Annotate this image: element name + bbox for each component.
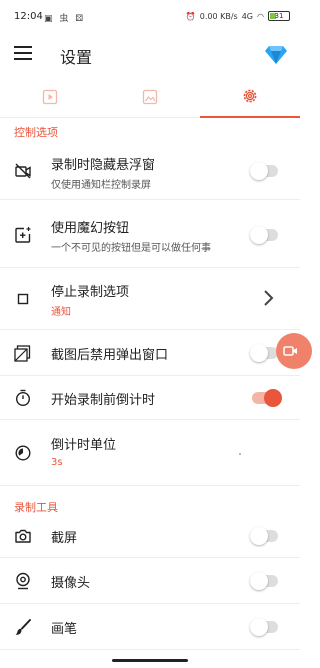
tool-brush[interactable]: 画笔: [0, 604, 300, 650]
section-header-control: 控制选项: [14, 126, 58, 139]
status-icons: ⏰ 0.00 KB/s 4G ◠ 31: [186, 11, 290, 21]
camera-icon: [15, 529, 31, 543]
toggle-switch[interactable]: [250, 344, 278, 362]
alarm-icon: ⏰: [185, 11, 196, 21]
tool-title: 截屏: [51, 531, 78, 546]
tab-settings[interactable]: [200, 76, 300, 118]
stop-square-icon: [17, 293, 29, 305]
tab-images[interactable]: [100, 76, 200, 118]
page-title: 设置: [60, 48, 93, 67]
status-time: 12:04: [14, 11, 43, 22]
setting-countdown-before-recording[interactable]: 开始录制前倒计时: [0, 376, 300, 420]
setting-stop-recording-options[interactable]: 停止录制选项 通知: [0, 268, 300, 330]
menu-icon[interactable]: [14, 46, 32, 62]
network-rate: 0.00 KB/s: [199, 11, 238, 21]
setting-magic-button[interactable]: 使用魔幻按钮 一个不可见的按钮但是可以做任何事: [0, 200, 300, 268]
floating-record-button[interactable]: [276, 333, 312, 369]
toggle-switch[interactable]: [250, 572, 278, 590]
divider-dot: [239, 453, 241, 455]
setting-disable-popup-after-screenshot[interactable]: 截图后禁用弹出窗口: [0, 330, 300, 376]
tool-title: 画笔: [51, 622, 78, 637]
diamond-icon[interactable]: [264, 42, 288, 66]
setting-countdown-unit[interactable]: 倒计时单位 3s: [0, 420, 300, 486]
wifi-icon: ◠: [257, 11, 264, 21]
notification-icons: ▣ 虫 ⚄: [44, 14, 86, 24]
setting-subtitle: 仅使用通知栏控制录屏: [51, 180, 151, 191]
tab-videos[interactable]: [0, 76, 100, 118]
chevron-right-icon: [264, 290, 274, 306]
screenshot-off-icon: [14, 345, 31, 362]
setting-subtitle: 一个不可见的按钮但是可以做任何事: [51, 243, 211, 254]
battery-level: 31: [274, 12, 284, 20]
setting-value: 通知: [51, 307, 71, 318]
tool-title: 摄像头: [51, 576, 91, 591]
webcam-icon: [16, 572, 30, 590]
toggle-switch[interactable]: [250, 618, 278, 636]
app-bar: 设置: [0, 34, 300, 76]
toggle-switch[interactable]: [250, 527, 278, 545]
tool-camera[interactable]: 摄像头: [0, 558, 300, 604]
setting-title: 停止录制选项: [51, 285, 130, 300]
toggle-switch[interactable]: [250, 226, 278, 244]
gear-icon: [243, 89, 257, 103]
setting-title: 截图后禁用弹出窗口: [51, 348, 169, 363]
setting-title: 录制时隐藏悬浮窗: [51, 158, 156, 173]
video-icon: [42, 89, 58, 105]
toggle-switch[interactable]: [250, 162, 278, 180]
toggle-switch[interactable]: [252, 389, 282, 407]
setting-title: 开始录制前倒计时: [51, 393, 156, 408]
setting-title: 倒计时单位: [51, 438, 117, 453]
tab-bar: [0, 76, 300, 118]
setting-title: 使用魔幻按钮: [51, 221, 130, 236]
signal-icon: 4G: [241, 11, 254, 21]
setting-hide-floating-window[interactable]: 录制时隐藏悬浮窗 仅使用通知栏控制录屏: [0, 140, 300, 200]
home-indicator[interactable]: [112, 659, 188, 662]
brush-icon: [15, 619, 31, 635]
battery-icon: 31: [268, 11, 290, 21]
video-camera-icon: [283, 346, 297, 356]
status-bar: 12:04 ▣ 虫 ⚄ ⏰ 0.00 KB/s 4G ◠ 31: [0, 0, 300, 34]
tool-screenshot[interactable]: 截屏: [0, 514, 300, 558]
timelapse-icon: [15, 445, 31, 461]
timer-icon: [15, 389, 31, 407]
image-icon: [142, 89, 158, 105]
section-header-tools: 录制工具: [14, 501, 58, 514]
add-box-icon: [15, 227, 31, 243]
video-off-icon: [15, 163, 31, 179]
setting-value: 3s: [51, 457, 63, 468]
